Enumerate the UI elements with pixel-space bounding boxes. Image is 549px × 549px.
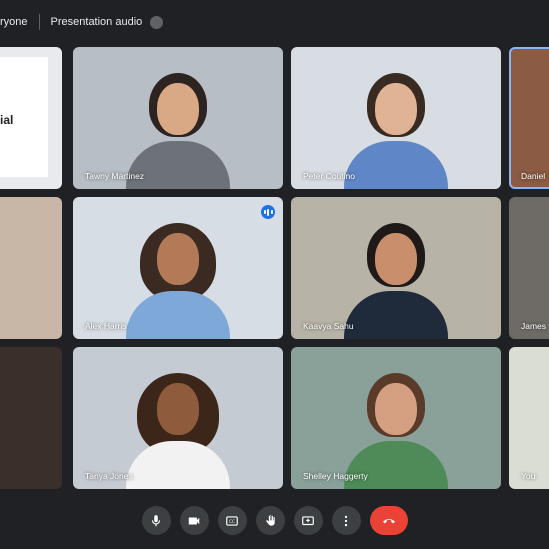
mic-button[interactable]	[141, 506, 171, 535]
captions-button[interactable]: CC	[217, 506, 247, 535]
svg-text:CC: CC	[229, 518, 235, 523]
more-options-button[interactable]	[331, 506, 361, 535]
participant-video	[341, 71, 451, 189]
participant-tile[interactable]: Daniel	[509, 47, 549, 189]
video-grid: ial Tawny Martinez Peter Coutino Daniel	[0, 42, 549, 492]
raise-hand-button[interactable]	[255, 506, 285, 535]
presentation-tile[interactable]: ial	[0, 47, 62, 189]
participant-name: You	[521, 471, 536, 481]
captions-icon: CC	[226, 515, 238, 526]
camera-button[interactable]	[179, 506, 209, 535]
participant-tile[interactable]: Kaavya Sahu	[291, 197, 501, 339]
everyone-label[interactable]: ryone	[0, 16, 28, 28]
participant-name: Daniel	[521, 171, 546, 181]
participant-tile[interactable]: You	[509, 347, 549, 489]
meeting-controls: CC	[0, 492, 549, 549]
participant-video	[123, 371, 233, 489]
participant-video	[123, 221, 233, 339]
topbar-divider	[38, 14, 40, 30]
mic-icon	[151, 514, 161, 526]
participant-tile[interactable]: Tawny Martinez	[73, 47, 283, 189]
participant-tile[interactable]: James	[509, 197, 549, 339]
participant-name: Peter Coutino	[303, 171, 355, 181]
participant-tile[interactable]: Shelley Haggerty	[291, 347, 501, 489]
participant-name: Shelley Haggerty	[303, 471, 368, 481]
participant-name: Tanya Jones	[85, 471, 133, 481]
slide-text: ial	[0, 113, 14, 127]
camera-icon	[188, 517, 200, 524]
present-icon	[302, 515, 314, 525]
participant-tile[interactable]: Tanya Jones	[73, 347, 283, 489]
participant-video	[341, 221, 451, 339]
participant-name: James	[521, 321, 547, 331]
more-icon	[344, 515, 348, 526]
presentation-audio-label[interactable]: Presentation audio	[51, 16, 143, 28]
presentation-audio-toggle[interactable]	[150, 15, 164, 29]
raise-hand-icon	[266, 514, 275, 526]
participant-tile[interactable]	[0, 347, 62, 489]
end-call-button[interactable]	[369, 506, 408, 535]
present-button[interactable]	[293, 506, 323, 535]
participant-name: Tawny Martinez	[85, 171, 145, 181]
participant-tile[interactable]	[0, 197, 62, 339]
speaking-indicator-icon	[261, 205, 275, 219]
participant-name: Alex Harris	[85, 321, 127, 331]
participant-name: Kaavya Sahu	[303, 321, 354, 331]
participant-tile[interactable]: Peter Coutino	[291, 47, 501, 189]
top-bar: ryone Presentation audio	[0, 0, 549, 44]
end-call-icon	[382, 518, 395, 523]
participant-tile[interactable]: Alex Harris	[73, 197, 283, 339]
